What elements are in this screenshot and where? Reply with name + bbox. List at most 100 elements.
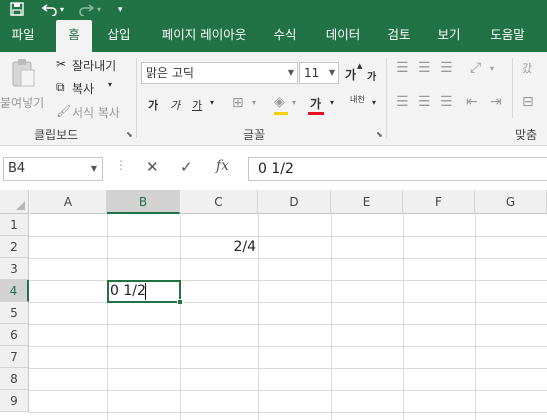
font-launcher-icon[interactable]: ⬊ <box>376 130 383 139</box>
row-header-7[interactable]: 7 <box>0 346 29 368</box>
fill-color-bar <box>274 112 288 115</box>
cell-c2[interactable]: 2/4 <box>180 236 256 258</box>
row-header-6[interactable]: 6 <box>0 324 29 346</box>
merge-center-icon[interactable]: ⊟ <box>522 94 534 110</box>
chevron-down-icon: ▼ <box>287 68 294 77</box>
ribbon-tabs: 파일 홈 삽입 페이지 레이아웃 수식 데이터 검토 보기 도움말 <box>0 20 547 52</box>
underline-button[interactable]: 가 <box>192 97 202 113</box>
fill-color-dropdown-icon[interactable]: ▾ <box>292 98 296 107</box>
font-size-value: 11 <box>304 66 320 80</box>
undo-icon[interactable] <box>41 2 58 20</box>
decrease-indent-icon[interactable]: ⇤ <box>466 94 478 110</box>
chevron-down-icon: ▼ <box>90 164 97 173</box>
name-box[interactable]: B4 ▼ <box>3 157 103 181</box>
cut-icon[interactable]: ✂ <box>56 57 66 71</box>
row-header-2[interactable]: 2 <box>0 236 29 258</box>
align-bottom-icon[interactable]: ☰ <box>440 60 453 76</box>
grid-line <box>29 368 547 369</box>
redo-dropdown-icon[interactable]: ▾ <box>97 2 101 18</box>
increase-indent-icon[interactable]: ⇥ <box>490 94 502 110</box>
column-header-c[interactable]: C <box>180 190 258 214</box>
font-color-dropdown-icon[interactable]: ▾ <box>330 98 334 107</box>
tab-insert[interactable]: 삽입 <box>98 20 140 52</box>
italic-button[interactable]: 가 <box>170 97 180 113</box>
align-center-icon[interactable]: ☰ <box>418 94 431 110</box>
alignment-group-label: 맞춤 <box>515 128 538 142</box>
chevron-down-icon: ▼ <box>328 68 335 77</box>
column-header-d[interactable]: D <box>258 190 331 214</box>
ribbon-separator <box>136 58 137 138</box>
orientation-dropdown-icon[interactable]: ▾ <box>490 64 494 73</box>
row-header-9[interactable]: 9 <box>0 390 29 412</box>
ribbon-separator <box>386 58 387 138</box>
column-header-a[interactable]: A <box>30 190 107 214</box>
font-size-select[interactable]: 11 ▼ <box>299 62 339 84</box>
column-header-f[interactable]: F <box>403 190 475 214</box>
customize-quick-access-icon[interactable]: ▾ <box>118 2 123 18</box>
font-name-value: 맑은 고딕 <box>146 66 194 80</box>
paste-label[interactable]: 붙여넣기 <box>0 94 44 111</box>
format-painter-button[interactable]: 서식 복사 <box>72 104 120 121</box>
tab-home[interactable]: 홈 <box>56 20 92 52</box>
formula-input[interactable]: 0 1/2 <box>248 157 547 181</box>
column-header-b[interactable]: B <box>107 190 180 214</box>
row-header-5[interactable]: 5 <box>0 302 29 324</box>
column-header-e[interactable]: E <box>331 190 403 214</box>
font-color-button[interactable]: 가 <box>310 95 321 112</box>
select-all-button[interactable] <box>0 190 29 214</box>
insert-function-icon[interactable]: fx <box>216 158 229 174</box>
undo-dropdown-icon[interactable]: ▾ <box>60 2 64 18</box>
border-icon[interactable]: ⊞ <box>232 95 244 111</box>
border-dropdown-icon[interactable]: ▾ <box>252 98 256 107</box>
grid-line <box>29 390 547 391</box>
tab-view[interactable]: 보기 <box>428 20 470 52</box>
align-left-icon[interactable]: ☰ <box>396 94 409 110</box>
row-header-8[interactable]: 8 <box>0 368 29 390</box>
grid-line <box>29 346 547 347</box>
orientation-icon[interactable]: ⤢ <box>470 60 481 76</box>
font-name-select[interactable]: 맑은 고딕 ▼ <box>141 62 298 84</box>
save-icon[interactable] <box>10 2 24 20</box>
title-bar: ▾ ▾ ▾ <box>0 0 547 20</box>
fill-color-icon[interactable]: ◈ <box>274 94 285 110</box>
ribbon-separator <box>512 58 513 118</box>
copy-dropdown-icon[interactable]: ▾ <box>108 80 112 89</box>
column-header-g[interactable]: G <box>475 190 547 214</box>
cut-button[interactable]: 잘라내기 <box>72 57 116 74</box>
tab-help[interactable]: 도움말 <box>480 20 535 52</box>
shrink-font-button[interactable]: 가 <box>367 68 376 83</box>
align-middle-icon[interactable]: ☰ <box>418 60 431 76</box>
phonetic-dropdown-icon[interactable]: ▾ <box>372 98 376 107</box>
bold-button[interactable]: 가 <box>148 97 158 113</box>
align-top-icon[interactable]: ☰ <box>396 60 409 76</box>
tab-data[interactable]: 데이터 <box>318 20 368 52</box>
row-header-1[interactable]: 1 <box>0 214 29 236</box>
cancel-icon[interactable]: ✕ <box>146 158 159 176</box>
phonetic-button[interactable]: 내천 <box>350 95 365 104</box>
font-group-label: 글꼴 <box>243 128 266 142</box>
clipboard-launcher-icon[interactable]: ⬊ <box>126 130 133 139</box>
copy-icon[interactable]: ⧉ <box>56 80 65 95</box>
paste-icon[interactable] <box>8 58 38 88</box>
tab-formulas[interactable]: 수식 <box>264 20 306 52</box>
tab-page-layout[interactable]: 페이지 레이아웃 <box>150 20 258 52</box>
align-right-icon[interactable]: ☰ <box>440 94 453 110</box>
enter-icon[interactable]: ✓ <box>180 158 193 176</box>
ribbon: 붙여넣기 ✂ 잘라내기 ⧉ 복사 ▾ 🖌 서식 복사 클립보드 ⬊ 맑은 고딕 … <box>0 52 547 146</box>
name-box-value: B4 <box>8 161 26 176</box>
fill-handle[interactable] <box>177 299 183 305</box>
wrap-text-button[interactable]: 갔 <box>522 60 532 76</box>
underline-dropdown-icon[interactable]: ▾ <box>210 98 214 107</box>
row-header-4[interactable]: 4 <box>0 280 29 302</box>
cell-b4-value: 0 1/2 <box>110 283 146 299</box>
grow-font-button[interactable]: 가 <box>345 66 356 83</box>
format-painter-icon[interactable]: 🖌 <box>56 104 71 118</box>
tab-file[interactable]: 파일 <box>0 20 46 52</box>
copy-button[interactable]: 복사 <box>72 80 94 97</box>
formula-bar: B4 ▼ ⋮ ✕ ✓ fx 0 1/2 <box>0 152 547 186</box>
grid-line <box>29 324 547 325</box>
row-header-3[interactable]: 3 <box>0 258 29 280</box>
redo-icon[interactable] <box>78 2 95 20</box>
font-color-bar <box>308 112 324 115</box>
tab-review[interactable]: 검토 <box>378 20 420 52</box>
